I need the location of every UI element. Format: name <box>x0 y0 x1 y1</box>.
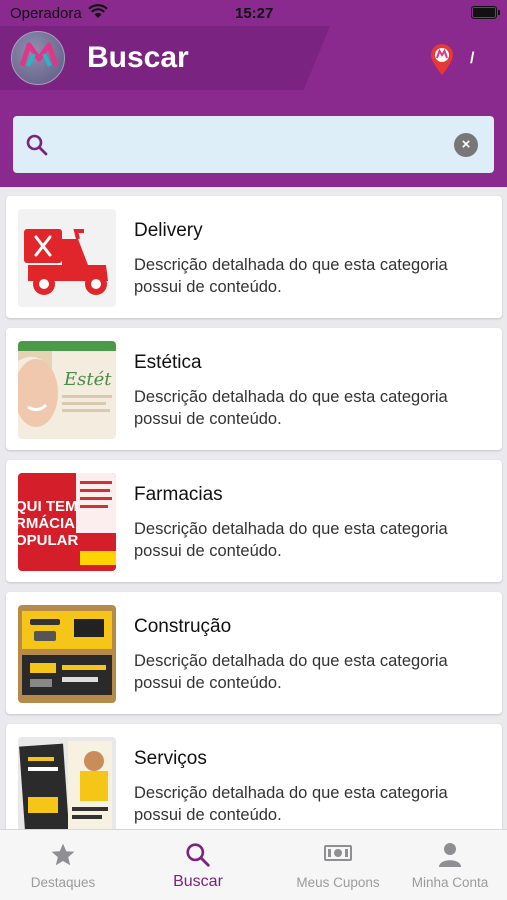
search-icon <box>185 842 211 873</box>
tab-label: Minha Conta <box>411 875 489 890</box>
star-icon <box>50 842 76 873</box>
location-label[interactable]: / <box>470 50 474 68</box>
money-icon <box>324 842 352 869</box>
carrier-label: Operadora <box>10 5 82 22</box>
search-bar: × <box>13 116 494 173</box>
location-pin-icon[interactable] <box>429 44 455 81</box>
thumb-line-1: QUI TEM <box>18 498 78 515</box>
category-card-construcao[interactable]: Construção Descrição detalhada do que es… <box>6 592 502 714</box>
category-card-estetica[interactable]: Estét Estética Descrição detalhada do qu… <box>6 328 502 450</box>
user-icon <box>438 842 462 873</box>
category-title: Farmacias <box>134 484 223 505</box>
category-card-farmacias[interactable]: QUI TEM RMÁCIA OPULAR Farmacias Descriçã… <box>6 460 502 582</box>
estetica-thumbnail: Estét <box>18 341 116 439</box>
search-icon <box>25 133 49 162</box>
tab-buscar[interactable]: Buscar <box>135 830 261 900</box>
farmacias-thumbnail: QUI TEM RMÁCIA OPULAR <box>18 473 116 571</box>
battery-icon <box>471 6 500 19</box>
svg-text:QUI TEM RMÁCIA: QUI TEM RMÁCIA OPULAR <box>18 498 82 549</box>
search-input[interactable] <box>63 128 443 162</box>
wifi-icon <box>88 4 108 23</box>
page-title: Buscar <box>87 41 189 74</box>
tab-minha-conta[interactable]: Minha Conta <box>387 830 507 900</box>
category-description: Descrição detalhada do que esta categori… <box>134 784 448 824</box>
category-title: Estética <box>134 352 202 373</box>
clock: 15:27 <box>235 5 274 22</box>
category-description: Descrição detalhada do que esta categori… <box>134 652 448 692</box>
category-card-delivery[interactable]: Delivery Descrição detalhada do que esta… <box>6 196 502 318</box>
category-card-servicos[interactable]: Serviços Descrição detalhada do que esta… <box>6 724 502 829</box>
delivery-thumbnail <box>18 209 116 307</box>
category-title: Construção <box>134 616 232 637</box>
category-title: Delivery <box>134 220 203 241</box>
tab-label: Destaques <box>30 875 96 890</box>
tab-label: Meus Cupons <box>296 875 380 890</box>
servicos-thumbnail <box>18 737 116 829</box>
thumb-line-2: RMÁCIA <box>18 515 75 532</box>
category-description: Descrição detalhada do que esta categori… <box>134 388 448 428</box>
app-header: Operadora 15:27 Buscar / × <box>0 0 507 187</box>
app-logo[interactable] <box>11 31 65 85</box>
tab-destaques[interactable]: Destaques <box>0 830 126 900</box>
thumb-text: Estét <box>63 369 112 390</box>
category-title: Serviços <box>134 748 207 769</box>
category-description: Descrição detalhada do que esta categori… <box>134 520 448 560</box>
tab-bar: Destaques Buscar Meus Cupons Minha Conta <box>0 829 507 900</box>
category-description: Descrição detalhada do que esta categori… <box>134 256 448 296</box>
clear-search-icon[interactable]: × <box>454 133 478 157</box>
category-list: Delivery Descrição detalhada do que esta… <box>0 187 507 829</box>
tab-meus-cupons[interactable]: Meus Cupons <box>275 830 401 900</box>
construcao-thumbnail <box>18 605 116 703</box>
tab-label: Buscar <box>173 873 223 890</box>
status-bar: Operadora 15:27 <box>0 0 507 26</box>
thumb-line-3: OPULAR <box>18 532 79 549</box>
